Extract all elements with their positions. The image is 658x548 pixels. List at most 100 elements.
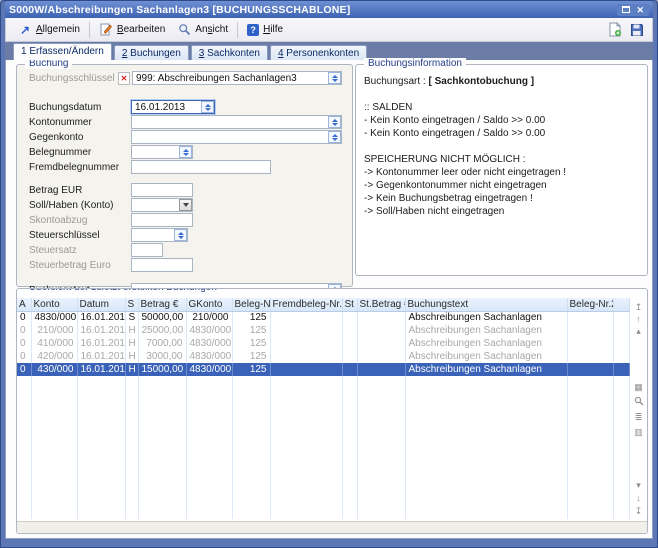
column-header[interactable]: St [342, 298, 357, 311]
menu-item-bearbeiten[interactable]: Bearbeiten [93, 21, 171, 39]
menu-bar: ↗ Allgemein Bearbeiten Ansicht ? Hilfe [5, 18, 653, 42]
tab-buchungen[interactable]: 2 Buchungen [114, 45, 189, 60]
spinner-icon[interactable] [328, 72, 341, 84]
column-header[interactable]: Beleg-Nr.2 [567, 298, 613, 311]
tab-bar: 1 Erfassen/Ändern 2 Buchungen 3 Sachkont… [5, 42, 653, 60]
close-icon[interactable]: ✕ [636, 5, 644, 15]
step-down-icon[interactable]: ▾ [636, 479, 641, 491]
field-label: Belegnummer [29, 147, 131, 158]
fremdbelegnummer-input[interactable] [131, 160, 271, 174]
buchungsdatum-input[interactable]: 16.01.2013 [131, 100, 215, 114]
table-row[interactable]: 04830/00016.01.2013S50000,00210/000125Ab… [17, 311, 630, 324]
empty-row [17, 402, 630, 415]
clear-icon[interactable]: ✕ [118, 72, 130, 85]
new-document-icon[interactable] [608, 22, 622, 37]
steuerschluessel-select[interactable] [131, 228, 188, 242]
table-row[interactable]: 0410/00016.01.2013H7000,004830/000125Abs… [17, 337, 630, 350]
group-uebersicht: Übersicht der zuletzt erstellten Buchung… [16, 288, 648, 534]
column-header[interactable]: GKonto [186, 298, 232, 311]
save-icon[interactable] [630, 23, 644, 37]
restore-icon[interactable] [622, 5, 630, 15]
column-header[interactable]: Betrag € [138, 298, 186, 311]
info-lines: :: SALDEN- Kein Konto eingetragen / Sald… [364, 101, 639, 218]
field-label: Steuerschlüssel [29, 230, 131, 241]
gegenkonto-select[interactable] [131, 130, 342, 144]
move-down-icon[interactable]: ↓ [636, 492, 641, 504]
buchungsart-value: [ Sachkontobuchung ] [428, 76, 534, 87]
column-header[interactable]: Buchungstext [405, 298, 567, 311]
field-label: Gegenkonto [29, 132, 131, 143]
spinner-icon[interactable] [201, 101, 214, 113]
soll-haben-select[interactable] [131, 198, 193, 212]
info-line [364, 140, 639, 153]
menu-label: Hilfe [263, 24, 283, 35]
field-label: Skontoabzug [29, 215, 131, 226]
chevron-down-icon[interactable] [179, 199, 192, 211]
move-up-icon[interactable]: ↑ [636, 313, 641, 325]
menu-label: Allgemein [36, 24, 80, 35]
tab-erfassen-aendern[interactable]: 1 Erfassen/Ändern [13, 43, 112, 60]
empty-row [17, 441, 630, 454]
table-row[interactable]: 0420/00016.01.2013H3000,004830/000125Abs… [17, 350, 630, 363]
belegnummer-input[interactable] [131, 145, 193, 159]
spinner-icon[interactable] [328, 131, 341, 143]
step-up-icon[interactable]: ▴ [636, 325, 641, 337]
table-side-toolbar: ↥ ↑ ▴ ▦ ≣ ▥ ▾ ↓ ↧ [630, 298, 647, 521]
empty-row [17, 454, 630, 467]
column-header[interactable]: S [125, 298, 138, 311]
spinner-icon[interactable] [328, 116, 341, 128]
field-label: Buchungsdatum [29, 102, 131, 113]
field-label: Kontonummer [29, 117, 131, 128]
scroll-to-bottom-icon[interactable]: ↧ [635, 505, 643, 517]
toolbar-separator [237, 22, 238, 38]
steuersatz-input [131, 243, 163, 257]
steuerbetrag-input [131, 258, 193, 272]
info-line: -> Kontonummer leer oder nicht eingetrag… [364, 166, 639, 179]
menu-item-allgemein[interactable]: ↗ Allgemein [12, 21, 86, 39]
column-header[interactable]: Fremdbeleg-Nr. [270, 298, 342, 311]
empty-row [17, 376, 630, 389]
table-row[interactable]: 0430/00016.01.2013H15000,004830/000125Ab… [17, 363, 630, 376]
info-line: -> Kein Buchungsbetrag eingetragen ! [364, 192, 639, 205]
tab-sachkonten[interactable]: 3 Sachkonten [191, 45, 268, 60]
edit-icon [99, 23, 113, 37]
spinner-icon[interactable] [174, 229, 187, 241]
info-line: -> Soll/Haben nicht eingetragen [364, 205, 639, 218]
buchungsschluessel-select[interactable]: 999: Abschreibungen Sachanlagen3 [132, 71, 342, 85]
group-buchungsinformation: Buchungsinformation Buchungsart : [ Sach… [355, 64, 648, 276]
grid-icon[interactable]: ▦ [634, 381, 643, 393]
betrag-input[interactable] [131, 183, 193, 197]
column-header[interactable]: St.Betrag € [357, 298, 405, 311]
spinner-icon[interactable] [179, 146, 192, 158]
tab-personenkonten[interactable]: 4 Personenkonten [270, 45, 367, 60]
list-icon[interactable]: ≣ [635, 411, 643, 423]
field-label: Buchungsschlüssel [29, 73, 118, 84]
menu-item-ansicht[interactable]: Ansicht [171, 21, 234, 39]
field-label: Fremdbelegnummer [29, 162, 131, 173]
app-window: S000W/Abschreibungen Sachanlagen3 [BUCHU… [0, 0, 658, 548]
kontonummer-select[interactable] [131, 115, 342, 129]
menu-item-hilfe[interactable]: ? Hilfe [241, 22, 289, 38]
card-view-icon[interactable]: ▥ [634, 426, 643, 438]
info-line: :: SALDEN [364, 101, 639, 114]
group-title: Buchungsinformation [364, 58, 466, 69]
group-title: Übersicht der zuletzt erstellten Buchung… [25, 288, 221, 293]
magnifier-icon [177, 23, 191, 37]
empty-row [17, 415, 630, 428]
column-header[interactable]: A [17, 298, 31, 311]
table-body: 04830/00016.01.2013S50000,00210/000125Ab… [17, 311, 630, 519]
column-header[interactable]: Beleg-Nr. [232, 298, 270, 311]
search-icon[interactable] [634, 396, 644, 408]
menu-label: Bearbeiten [117, 24, 165, 35]
empty-row [17, 467, 630, 480]
column-header[interactable]: Konto [31, 298, 77, 311]
empty-row [17, 428, 630, 441]
empty-row [17, 480, 630, 493]
scroll-to-top-icon[interactable]: ↥ [635, 301, 643, 313]
table-header-row: AKontoDatumSBetrag €GKontoBeleg-Nr.Fremd… [17, 298, 630, 311]
empty-row [17, 506, 630, 519]
table-row[interactable]: 0210/00016.01.2013H25000,004830/000125Ab… [17, 324, 630, 337]
column-header[interactable]: Datum [77, 298, 125, 311]
info-line: - Kein Konto eingetragen / Saldo >> 0.00 [364, 114, 639, 127]
bookings-table: AKontoDatumSBetrag €GKontoBeleg-Nr.Fremd… [17, 298, 630, 521]
